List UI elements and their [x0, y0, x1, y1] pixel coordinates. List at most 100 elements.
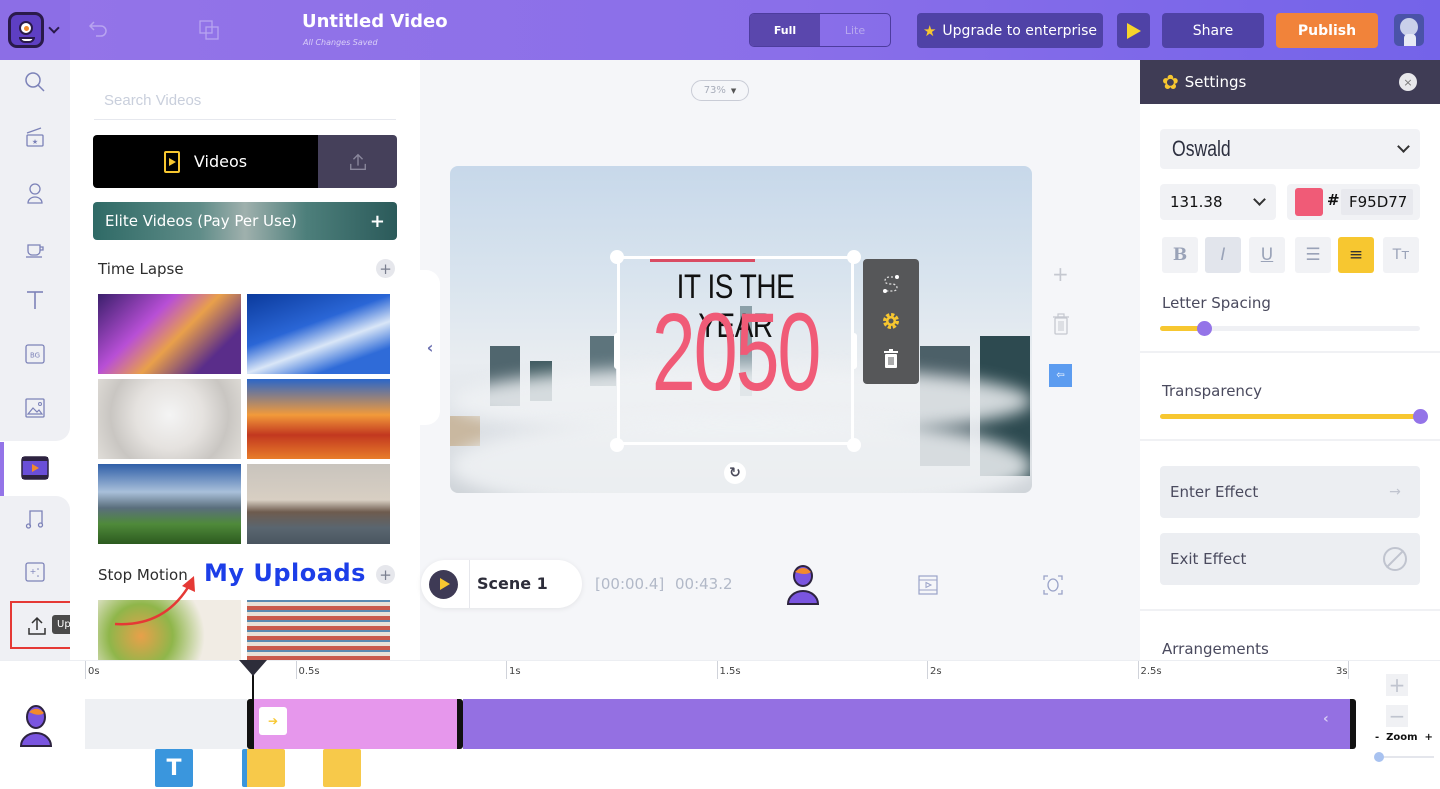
scene-selector[interactable]: Scene 1	[421, 560, 582, 608]
rail-item-search[interactable]	[0, 60, 70, 104]
top-bar: Untitled Video All Changes Saved Full Li…	[0, 0, 1440, 60]
font-family-select[interactable]: Oswald	[1160, 129, 1420, 169]
resize-handle-top-right[interactable]	[847, 250, 861, 264]
character-icon	[19, 705, 53, 747]
trash-icon[interactable]	[880, 348, 902, 370]
rail-item-images[interactable]	[0, 386, 70, 430]
resize-handle-bottom-right[interactable]	[847, 438, 861, 452]
upload-icon	[28, 616, 46, 635]
svg-text:BG: BG	[30, 352, 40, 360]
character-icon[interactable]	[786, 565, 820, 605]
delete-scene-icon[interactable]	[1052, 313, 1070, 335]
app-menu-button[interactable]	[0, 0, 70, 60]
italic-button[interactable]: I	[1205, 237, 1241, 273]
elite-videos-button[interactable]: Elite Videos (Pay Per Use) +	[93, 202, 397, 240]
preview-play-button[interactable]	[1117, 13, 1150, 48]
element-chip[interactable]	[242, 749, 285, 787]
tab-videos[interactable]: Videos	[93, 135, 318, 188]
exit-effect-button[interactable]: Exit Effect	[1160, 533, 1420, 585]
timeline-zoom-in-button[interactable]: +	[1386, 673, 1408, 697]
element-chip[interactable]	[323, 749, 361, 787]
video-thumbnail[interactable]	[98, 379, 241, 459]
timeline-main-segment[interactable]	[463, 699, 1356, 749]
slider-thumb[interactable]	[1197, 321, 1212, 336]
chevron-left-icon: ‹	[426, 338, 434, 357]
enter-effect-button[interactable]: Enter Effect →	[1160, 466, 1420, 518]
upgrade-button[interactable]: ★ Upgrade to enterprise	[917, 13, 1103, 48]
color-swatch[interactable]	[1295, 188, 1323, 216]
rotate-handle[interactable]: ↻	[724, 462, 746, 484]
resize-handle-top-left[interactable]	[610, 250, 624, 264]
film-strip-icon[interactable]	[917, 574, 939, 596]
font-size-select[interactable]: 131.38	[1160, 184, 1276, 220]
undo-icon[interactable]	[88, 20, 108, 38]
rail-item-music[interactable]	[0, 497, 70, 541]
video-thumbnail[interactable]	[98, 464, 241, 544]
slider-thumb[interactable]	[1413, 409, 1428, 424]
video-thumbnail[interactable]	[247, 379, 390, 459]
timeline-zoom-slider[interactable]	[1378, 756, 1434, 758]
scene-name: Scene 1	[477, 574, 548, 593]
video-thumbnail[interactable]	[247, 294, 390, 374]
camera-focus-icon[interactable]	[1042, 574, 1064, 596]
ruler-label: 0s	[88, 666, 100, 677]
rail-item-templates[interactable]: ★	[0, 115, 70, 159]
ruler-tick	[927, 661, 928, 679]
align-center-button[interactable]: ≡	[1338, 237, 1374, 273]
list-button[interactable]: ☰	[1295, 237, 1331, 273]
resize-handle-left[interactable]	[614, 333, 620, 369]
ruler-label: 0.5s	[298, 666, 320, 677]
add-scene-button[interactable]: +	[1052, 262, 1069, 286]
video-thumbnail[interactable]	[247, 464, 390, 544]
collapse-panel-button[interactable]: ‹	[420, 270, 440, 425]
user-avatar[interactable]	[1394, 14, 1424, 46]
color-hex-input[interactable]: F95D77	[1341, 189, 1413, 215]
rail-item-characters[interactable]	[0, 171, 70, 215]
tab-upload[interactable]	[318, 135, 397, 188]
letter-spacing-slider[interactable]	[1160, 321, 1420, 336]
rail-item-props[interactable]	[0, 225, 70, 269]
rail-item-videos[interactable]	[0, 446, 70, 490]
scene-play-button[interactable]	[429, 570, 458, 599]
resize-handle-right[interactable]	[851, 333, 857, 369]
video-thumbnail[interactable]	[247, 600, 390, 660]
upload-icon	[349, 153, 366, 170]
exit-animation-marker[interactable]: ‹	[1323, 711, 1329, 727]
left-rail: ★ BG +	[0, 60, 70, 660]
timeline: 0s 0.5s 1s 1.5s 2s 2.5s 3s	[0, 660, 1440, 789]
timeline-zoom-thumb[interactable]	[1374, 752, 1384, 762]
underline-button[interactable]: U	[1249, 237, 1285, 273]
mode-lite-button[interactable]: Lite	[820, 14, 890, 46]
playhead-handle[interactable]	[239, 660, 267, 676]
share-button[interactable]: Share	[1162, 13, 1264, 48]
mode-full-button[interactable]: Full	[750, 14, 820, 46]
ruler-label: 1s	[509, 666, 521, 677]
bold-button[interactable]: B	[1162, 237, 1198, 273]
timeline-zoom-out-button[interactable]: −	[1386, 704, 1408, 728]
logo-icon	[8, 12, 44, 48]
video-thumbnail[interactable]	[98, 294, 241, 374]
section-add-button[interactable]: +	[376, 259, 395, 278]
transparency-slider[interactable]	[1160, 409, 1428, 424]
publish-button[interactable]: Publish	[1276, 13, 1378, 48]
motion-path-icon[interactable]	[880, 273, 902, 295]
section-add-button[interactable]: +	[376, 565, 395, 584]
selection-box[interactable]	[617, 256, 854, 445]
resize-handle-bottom-left[interactable]	[610, 438, 624, 452]
canvas-zoom-select[interactable]: 73% ▼	[691, 80, 749, 101]
duplicate-icon[interactable]	[199, 20, 219, 40]
close-button[interactable]: ×	[1399, 73, 1417, 91]
rail-item-background[interactable]: BG	[0, 332, 70, 376]
gear-icon[interactable]	[880, 310, 902, 332]
scene-transition-button[interactable]: ⇦	[1049, 364, 1072, 387]
text-case-button[interactable]: Tт	[1383, 237, 1419, 273]
arrangements-label[interactable]: Arrangements	[1162, 640, 1269, 658]
rail-item-text[interactable]	[0, 278, 70, 322]
enter-animation-marker[interactable]: ➔	[259, 707, 287, 735]
rail-item-effects[interactable]: +	[0, 550, 70, 594]
current-time: [00:00.4]	[595, 575, 665, 593]
video-title[interactable]: Untitled Video	[302, 11, 448, 32]
text-element-chip[interactable]: T	[155, 749, 193, 787]
ruler-tick	[295, 661, 297, 679]
search-input[interactable]	[94, 82, 396, 120]
